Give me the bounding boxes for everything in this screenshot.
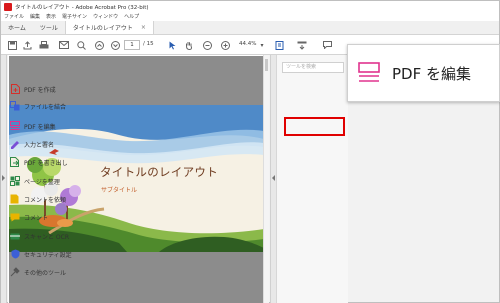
tool-protect[interactable]: セキュリティ設定 — [10, 248, 72, 260]
tool-label: コメント — [24, 214, 49, 222]
tool-label: その他のツール — [24, 269, 67, 277]
tool-label: PDF を書き出し — [24, 159, 68, 167]
page-number-input[interactable]: 1 — [124, 40, 140, 50]
tool-label: コメントを依頼 — [24, 196, 67, 204]
window-title: タイトルのレイアウト - Adobe Acrobat Pro (32-bit) — [15, 4, 149, 11]
callout-label: PDF を編集 — [392, 64, 471, 83]
vertical-scrollbar[interactable] — [263, 55, 269, 303]
expand-left-icon — [2, 175, 5, 181]
tool-label: 入力と署名 — [24, 141, 55, 149]
read-mode-icon[interactable] — [295, 39, 309, 51]
protect-icon — [10, 249, 20, 259]
zoom-out-icon[interactable] — [201, 39, 213, 51]
tool-label: PDF を作成 — [24, 86, 56, 94]
zoom-in-icon[interactable] — [219, 39, 231, 51]
save-icon[interactable] — [6, 39, 18, 51]
acrobat-logo-icon — [4, 2, 12, 11]
menu-window[interactable]: ウィンドウ — [93, 13, 118, 20]
menu-view[interactable]: 表示 — [46, 13, 56, 20]
tool-export-pdf[interactable]: PDF を書き出し — [10, 156, 72, 168]
prev-page-icon[interactable] — [93, 39, 105, 51]
tool-label: ファイルを結合 — [24, 103, 67, 111]
comment-icon[interactable] — [321, 39, 333, 51]
menu-file[interactable]: ファイル — [4, 13, 24, 20]
collapse-right-icon — [272, 175, 275, 181]
menu-bar: ファイル 編集 表示 電子サイン ウィンドウ ヘルプ — [1, 12, 499, 21]
tab-home[interactable]: ホーム — [1, 21, 33, 34]
menu-help[interactable]: ヘルプ — [124, 13, 139, 20]
menu-edit[interactable]: 編集 — [30, 13, 40, 20]
zoom-dropdown-icon[interactable]: ▾ — [259, 39, 265, 51]
tool-more-tools[interactable]: その他のツール — [10, 266, 72, 278]
tab-tools[interactable]: ツール — [33, 21, 65, 34]
tool-search-input[interactable]: ツールを検索 — [282, 62, 344, 73]
tool-scan-ocr[interactable]: スキャンと OCR — [10, 230, 72, 242]
zoom-level[interactable]: 44.4% — [239, 41, 256, 47]
upload-icon[interactable] — [21, 39, 33, 51]
organize-pages-icon — [10, 176, 20, 186]
page-fit-icon[interactable] — [273, 39, 285, 51]
comment-icon — [10, 212, 20, 222]
menu-esign[interactable]: 電子サイン — [62, 13, 87, 20]
request-comment-icon — [10, 194, 20, 204]
search-icon[interactable] — [75, 39, 87, 51]
tool-label: PDF を編集 — [24, 123, 56, 131]
create-pdf-icon — [10, 84, 20, 94]
hand-tool-icon[interactable] — [184, 39, 194, 51]
left-panel-toggle[interactable] — [1, 55, 7, 303]
tool-organize-pages[interactable]: ページを整理 — [10, 175, 72, 187]
combine-files-icon — [10, 101, 20, 111]
tab-close-icon[interactable]: × — [141, 24, 146, 31]
tools-pane: ツールを検索 — [276, 55, 348, 303]
mail-icon[interactable] — [58, 39, 70, 51]
tool-request-comment[interactable]: コメントを依頼 — [10, 193, 72, 205]
tab-document[interactable]: タイトルのレイアウト × — [64, 21, 154, 34]
tool-label: セキュリティ設定 — [24, 251, 72, 259]
tool-create-pdf[interactable]: PDF を作成 — [10, 83, 72, 95]
print-icon[interactable] — [38, 39, 50, 51]
select-cursor-icon[interactable] — [167, 39, 177, 51]
tool-fill-sign[interactable]: 入力と署名 — [10, 138, 72, 150]
export-pdf-icon — [10, 157, 20, 167]
more-tools-icon — [10, 267, 20, 277]
slide-title: タイトルのレイアウト — [100, 165, 218, 179]
fill-sign-icon — [10, 139, 20, 149]
tab-bar: ホーム ツール タイトルのレイアウト × — [1, 21, 499, 35]
tool-label: ページを整理 — [24, 178, 60, 186]
scan-ocr-icon — [10, 231, 20, 241]
title-bar: タイトルのレイアウト - Adobe Acrobat Pro (32-bit) — [1, 1, 499, 12]
edit-pdf-icon — [10, 121, 20, 131]
next-page-icon[interactable] — [109, 39, 121, 51]
tool-edit-pdf[interactable]: PDF を編集 — [10, 120, 72, 132]
highlight-box — [284, 117, 345, 136]
slide-subtitle: サブタイトル — [101, 187, 138, 194]
tool-label: スキャンと OCR — [24, 233, 69, 241]
edit-pdf-callout[interactable]: PDF を編集 — [347, 44, 500, 102]
scrollbar-thumb[interactable] — [265, 59, 268, 71]
tool-comment[interactable]: コメント — [10, 211, 72, 223]
tool-combine-files[interactable]: ファイルを結合 — [10, 100, 72, 112]
acrobat-window: タイトルのレイアウト - Adobe Acrobat Pro (32-bit) … — [0, 0, 500, 303]
edit-pdf-icon — [358, 62, 380, 82]
page-total: / 15 — [143, 41, 154, 47]
tab-document-label: タイトルのレイアウト — [72, 25, 133, 32]
